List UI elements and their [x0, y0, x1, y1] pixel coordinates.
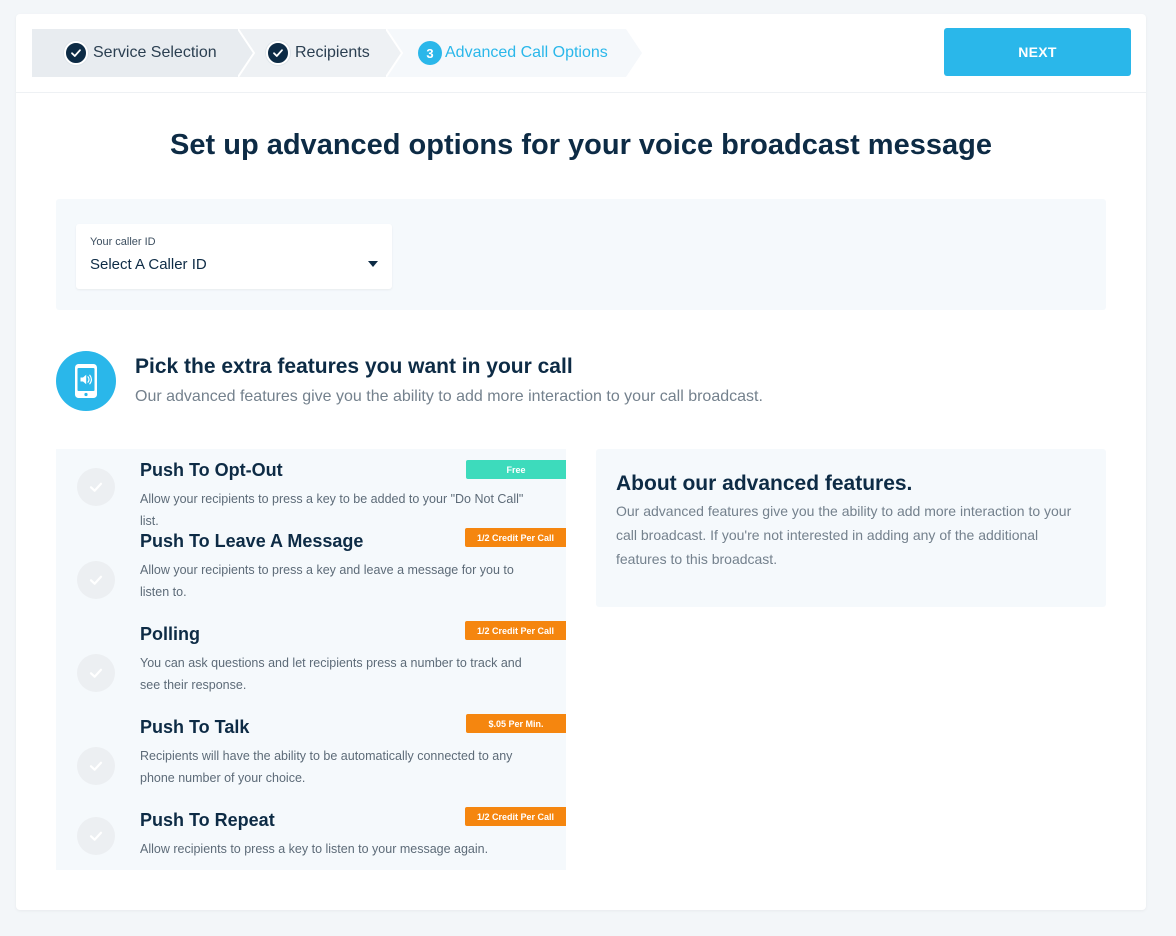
caller-id-panel: Your caller ID Select A Caller ID	[56, 199, 1106, 310]
caller-id-value: Select A Caller ID	[90, 256, 207, 273]
step-service-selection[interactable]: Service Selection	[32, 29, 254, 77]
check-icon[interactable]	[77, 468, 115, 506]
main-card: Service Selection Recipients 3 Advanced …	[16, 14, 1146, 910]
top-bar: Service Selection Recipients 3 Advanced …	[16, 14, 1146, 93]
step-recipients[interactable]: Recipients	[238, 29, 402, 77]
feature-title: Push To Opt-Out	[140, 460, 283, 480]
check-icon[interactable]	[77, 654, 115, 692]
caller-id-select[interactable]: Your caller ID Select A Caller ID	[76, 224, 392, 289]
feature-description: You can ask questions and let recipients…	[140, 656, 522, 692]
features-section-subtitle: Our advanced features give you the abili…	[135, 388, 763, 405]
feature-title: Polling	[140, 624, 200, 644]
step-advanced-call-options[interactable]: 3 Advanced Call Options	[386, 29, 642, 77]
step-number-badge: 3	[418, 41, 442, 65]
price-badge: 1/2 Credit Per Call	[465, 621, 566, 640]
feature-title: Push To Leave A Message	[140, 531, 364, 551]
feature-title: Push To Repeat	[140, 810, 275, 830]
check-icon	[64, 41, 88, 65]
about-text: Our advanced features give you the abili…	[616, 503, 1072, 567]
caller-id-label: Your caller ID	[90, 236, 156, 248]
feature-description: Allow recipients to press a key to liste…	[140, 842, 489, 856]
about-title: About our advanced features.	[616, 472, 913, 495]
features-list: Push To Opt-Out Allow your recipients to…	[56, 449, 566, 870]
features-section-title: Pick the extra features you want in your…	[135, 355, 573, 378]
page-title: Set up advanced options for your voice b…	[170, 129, 992, 161]
next-button[interactable]: NEXT	[944, 28, 1131, 76]
price-badge: Free	[466, 460, 566, 479]
check-icon[interactable]	[77, 561, 115, 599]
chevron-down-icon	[368, 261, 378, 267]
feature-title: Push To Talk	[140, 717, 250, 737]
check-icon[interactable]	[77, 817, 115, 855]
check-icon	[266, 41, 290, 65]
price-badge: $.05 Per Min.	[466, 714, 566, 733]
feature-description: Recipients will have the ability to be a…	[140, 749, 513, 785]
phone-speaker-icon	[56, 351, 116, 411]
step-label: Advanced Call Options	[445, 44, 608, 61]
price-badge: 1/2 Credit Per Call	[465, 528, 566, 547]
feature-description: Allow your recipients to press a key and…	[140, 563, 514, 599]
feature-description: Allow your recipients to press a key to …	[140, 492, 524, 528]
price-badge: 1/2 Credit Per Call	[465, 807, 566, 826]
step-label: Recipients	[295, 44, 370, 61]
check-icon[interactable]	[77, 747, 115, 785]
about-panel: About our advanced features. Our advance…	[596, 449, 1106, 607]
step-label: Service Selection	[93, 44, 217, 61]
